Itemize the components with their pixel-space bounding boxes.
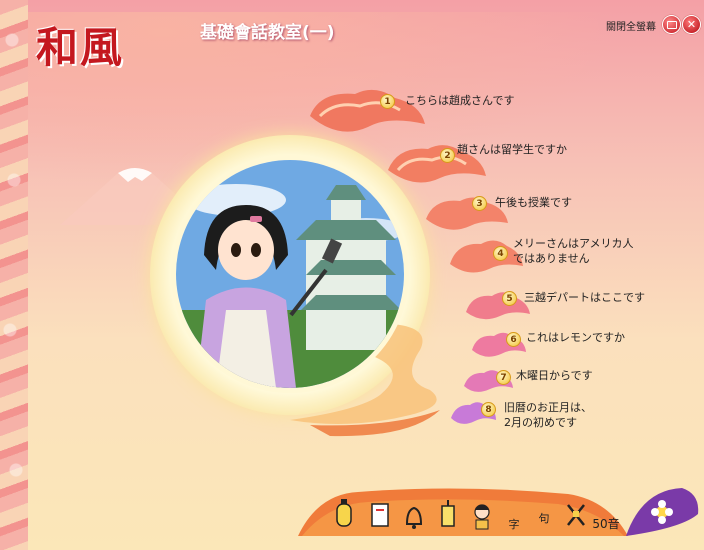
flower-fan-icon[interactable] <box>622 484 702 542</box>
lesson-title[interactable]: 三越デパートはここです <box>524 290 645 305</box>
swords-icon <box>567 504 585 526</box>
anime-scene-image <box>176 160 404 388</box>
lesson-item-4[interactable]: 4 メリーさんはアメリカ人 ではありません <box>445 234 645 284</box>
lesson-item-5[interactable]: 5 三越デパートはここです <box>462 288 662 328</box>
lesson-title-line2[interactable]: ではありません <box>513 251 590 266</box>
lesson-number-badge: 1 <box>380 94 395 109</box>
lesson-item-2[interactable]: 2 趙さんは留学生ですか <box>380 140 600 183</box>
bottom-toolbar: 字 句 50音 <box>298 486 628 544</box>
lesson-title[interactable]: これはレモンですか <box>526 330 625 345</box>
close-button[interactable]: ✕ <box>682 15 701 34</box>
lesson-number-badge: 5 <box>502 291 517 306</box>
lesson-number-badge: 6 <box>506 332 521 347</box>
app-logo: 和風 <box>36 18 156 78</box>
lesson-title[interactable]: 旧暦のお正月は、 <box>504 400 592 415</box>
fullscreen-toggle-label[interactable]: 關閉全螢幕 <box>606 18 656 33</box>
lesson-title[interactable]: こちらは趙成さんです <box>405 93 514 108</box>
lesson-item-8[interactable]: 8 旧暦のお正月は、 2月の初めです <box>448 398 628 442</box>
lesson-item-6[interactable]: 6 これはレモンですか <box>468 328 648 368</box>
lesson-number-badge: 4 <box>493 246 508 261</box>
lesson-title-line2[interactable]: 2月の初めです <box>504 415 577 430</box>
toolbar-lantern-button[interactable] <box>328 486 360 532</box>
logo-text: 和風 <box>36 23 125 72</box>
lesson-number-badge: 8 <box>481 402 496 417</box>
page-title: 基礎會話教室(一) <box>200 23 335 43</box>
kanji-icon-label: 字 <box>508 518 520 531</box>
lantern-icon <box>336 499 352 527</box>
decorative-border <box>0 0 28 550</box>
window-icon <box>666 20 677 29</box>
bell-icon <box>405 506 423 529</box>
toolbar-kanji-button[interactable]: 字 <box>498 486 530 532</box>
toolbar-character-button[interactable] <box>466 486 498 532</box>
toolbar-phrase-button[interactable]: 句 <box>528 480 560 526</box>
lesson-item-3[interactable]: 3 午後も授業です <box>420 193 620 233</box>
lesson-title[interactable]: 木曜日からです <box>516 368 593 383</box>
toolbar-bell-button[interactable] <box>398 486 430 532</box>
lesson-item-1[interactable]: 1 こちらは趙成さんです <box>300 86 520 132</box>
lesson-title[interactable]: 午後も授業です <box>495 195 572 210</box>
lesson-number-badge: 3 <box>472 196 487 211</box>
lesson-number-badge: 2 <box>440 148 455 163</box>
book-icon <box>371 503 389 527</box>
lesson-illustration <box>176 160 404 388</box>
close-icon: ✕ <box>686 18 697 31</box>
toolbar-book-button[interactable] <box>364 486 396 532</box>
gojuon-label: 50音 <box>592 517 620 531</box>
cloud-icon <box>466 292 530 320</box>
window-mode-button[interactable] <box>662 15 681 34</box>
lesson-number-badge: 7 <box>496 370 511 385</box>
gojuon-button[interactable]: 50音 <box>588 486 624 532</box>
lesson-title[interactable]: 趙さんは留学生ですか <box>457 142 567 157</box>
lamp-icon <box>441 500 455 527</box>
girl-icon <box>474 504 490 530</box>
toolbar-lamp-button[interactable] <box>432 486 464 532</box>
phrase-icon-label: 句 <box>538 512 550 525</box>
lesson-title[interactable]: メリーさんはアメリカ人 <box>513 236 633 251</box>
